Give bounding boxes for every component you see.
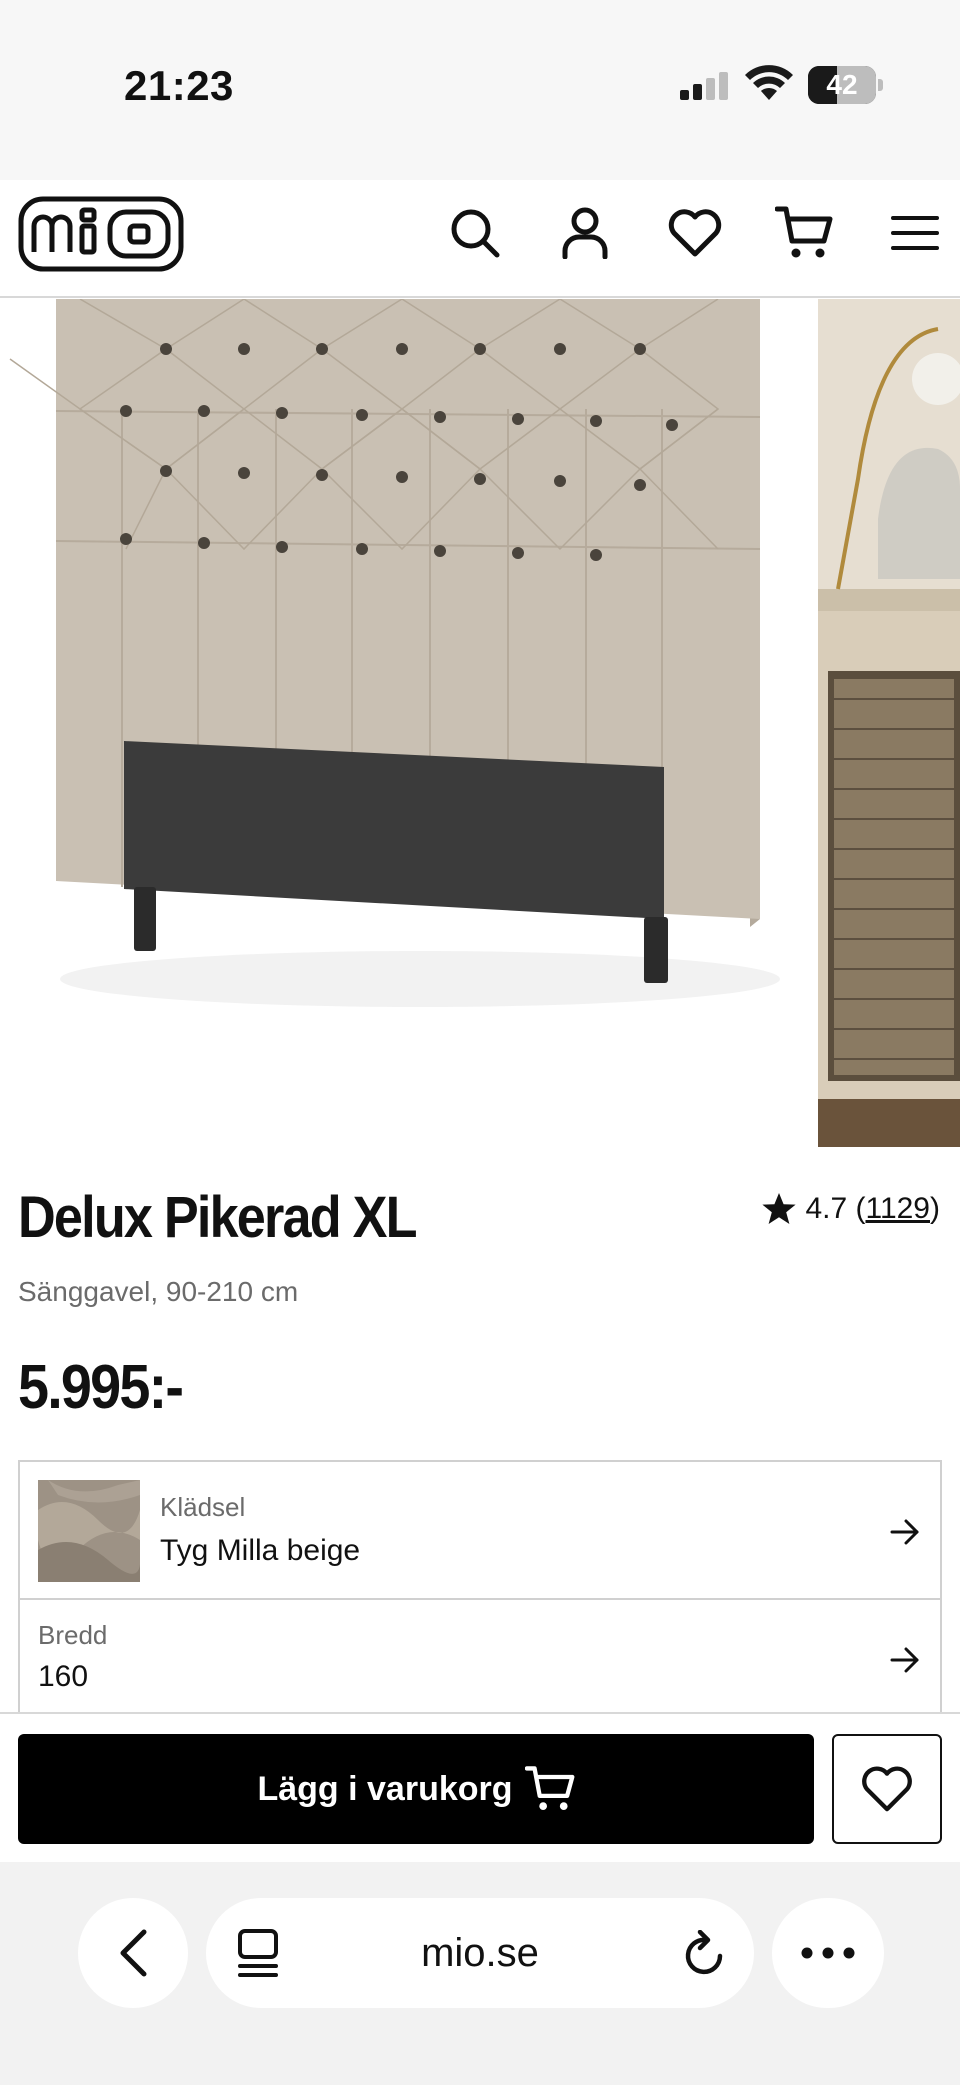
battery-tip: [878, 79, 883, 91]
site-header: [0, 180, 960, 298]
option-upholstery[interactable]: Klädsel Tyg Milla beige: [20, 1462, 940, 1600]
option-label-upholstery: Klädsel: [160, 1492, 246, 1522]
reload-icon[interactable]: [682, 1930, 726, 1978]
browser-toolbar: mio.se: [0, 1862, 960, 2085]
tabs-icon[interactable]: [236, 1928, 280, 1978]
product-price: 5.995:-: [18, 1353, 184, 1422]
address-bar[interactable]: mio.se: [206, 1898, 754, 2008]
fabric-swatch: [38, 1480, 140, 1582]
browser-more-button[interactable]: [772, 1898, 884, 2008]
cart-icon: [775, 206, 833, 258]
search-icon: [451, 209, 500, 258]
battery-icon: 42: [808, 66, 883, 104]
product-gallery[interactable]: [0, 299, 960, 1147]
rating-value: 4.7: [805, 1192, 848, 1225]
rating-paren-close: ): [930, 1192, 940, 1225]
product-rating[interactable]: 4.7 ( 1129 ): [761, 1192, 940, 1226]
option-value-width: 160: [38, 1660, 89, 1693]
rating-count-link[interactable]: 1129: [865, 1192, 930, 1226]
wishlist-header-button[interactable]: [664, 202, 726, 264]
arrow-right-icon: [890, 1647, 919, 1673]
add-to-cart-button[interactable]: Lägg i varukorg: [18, 1734, 814, 1844]
address-text: mio.se: [421, 1931, 539, 1975]
heart-icon: [862, 1766, 912, 1812]
battery-body: 42: [808, 66, 876, 104]
account-icon: [562, 207, 608, 259]
option-value-upholstery: Tyg Milla beige: [160, 1534, 361, 1567]
sticky-action-bar: Lägg i varukorg: [0, 1712, 960, 1862]
product-image-secondary[interactable]: [818, 299, 960, 1147]
menu-button[interactable]: [884, 202, 946, 264]
product-image[interactable]: [0, 299, 815, 1147]
mio-logo[interactable]: [18, 196, 184, 272]
menu-icon: [891, 216, 939, 250]
wifi-icon: [745, 65, 793, 100]
signal-icon: [680, 72, 728, 100]
status-time: 21:23: [124, 62, 234, 109]
product-subtitle: Sänggavel, 90-210 cm: [18, 1276, 299, 1307]
battery-level: 42: [826, 69, 858, 100]
cart-icon: [524, 1766, 574, 1810]
chevron-left-icon: [120, 1929, 147, 1977]
rating-paren-open: (: [847, 1192, 866, 1225]
product-options: Klädsel Tyg Milla beige Bredd 160: [18, 1460, 942, 1712]
option-label-width: Bredd: [38, 1620, 108, 1650]
star-icon: [762, 1193, 797, 1224]
product-title: Delux Pikerad XL: [18, 1185, 417, 1250]
add-to-cart-label: Lägg i varukorg: [257, 1769, 513, 1808]
cart-button[interactable]: [773, 202, 835, 264]
account-button[interactable]: [554, 202, 616, 264]
search-button[interactable]: [444, 202, 506, 264]
arrow-right-icon: [890, 1519, 919, 1545]
browser-back-button[interactable]: [78, 1898, 188, 2008]
more-icon: [801, 1947, 855, 1959]
status-bar: 21:23 42: [0, 0, 960, 180]
add-to-wishlist-button[interactable]: [832, 1734, 942, 1844]
heart-icon: [668, 209, 722, 257]
option-width[interactable]: Bredd 160: [20, 1600, 940, 1712]
